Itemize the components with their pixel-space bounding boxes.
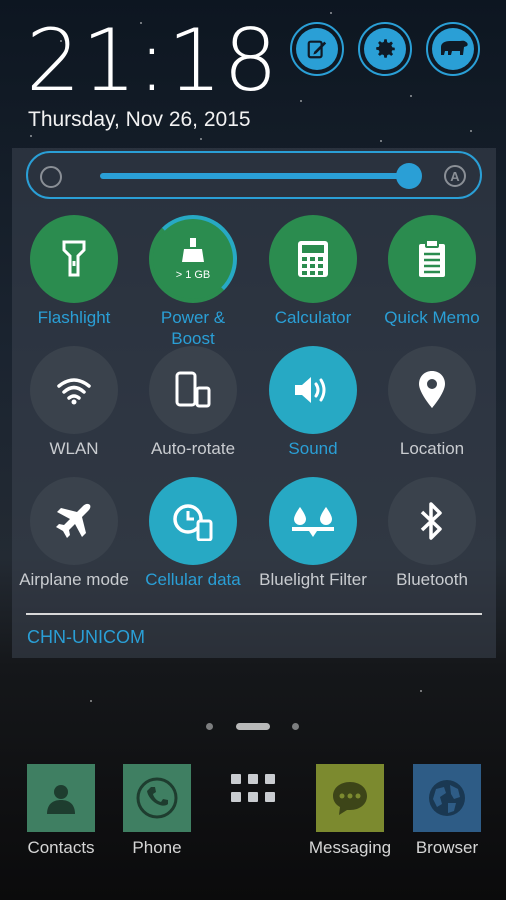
contacts-icon: [47, 785, 75, 814]
app-grid-icon: [231, 774, 275, 802]
location-label: Location: [399, 439, 465, 458]
power-memory-value: > 1 GB: [175, 269, 211, 281]
brightness-track[interactable]: [100, 173, 409, 179]
toggle-bluetooth[interactable]: Bluetooth: [372, 477, 492, 590]
phone-label: Phone: [132, 838, 182, 857]
bluetooth-icon: [420, 502, 442, 540]
browser-label: Browser: [415, 838, 479, 857]
cellular-data-icon: [173, 504, 213, 541]
brightness-low-icon: [40, 166, 62, 188]
power-boost-label: Power & Boost: [160, 308, 226, 348]
toggle-bluelight-filter[interactable]: Bluelight Filter: [253, 477, 373, 590]
brightness-slider[interactable]: A: [26, 151, 482, 199]
toggle-calculator[interactable]: Calculator: [253, 215, 373, 328]
edit-icon: [307, 40, 327, 59]
toggle-auto-rotate[interactable]: Auto-rotate: [133, 346, 253, 459]
dock-contacts[interactable]: Contacts: [16, 764, 106, 858]
cellular-data-label: Cellular data: [145, 570, 241, 589]
page-indicator: [0, 723, 506, 733]
sound-label: Sound: [288, 439, 338, 458]
message-bubble-icon: [333, 782, 367, 815]
memo-icon: [419, 239, 445, 277]
flashlight-icon: [62, 240, 86, 277]
toggle-flashlight[interactable]: Flashlight: [14, 215, 134, 328]
brightness-thumb[interactable]: [396, 163, 422, 189]
airplane-icon: [56, 503, 91, 538]
broom-icon: [181, 238, 204, 262]
calculator-label: Calculator: [274, 308, 352, 327]
bluelight-filter-label: Bluelight Filter: [259, 570, 367, 589]
toggle-cellular-data[interactable]: Cellular data: [133, 477, 253, 590]
toggle-sound[interactable]: Sound: [253, 346, 373, 459]
panel-divider: [26, 613, 482, 615]
auto-brightness-icon[interactable]: A: [444, 165, 466, 187]
toggle-wlan[interactable]: WLAN: [14, 346, 134, 459]
app-drawer-button[interactable]: [208, 772, 298, 811]
toggle-power-boost[interactable]: > 1 GB Power & Boost: [133, 215, 253, 349]
bear-icon: [441, 40, 468, 55]
clock-date: Thursday, Nov 26, 2015: [28, 108, 251, 131]
quick-memo-label: Quick Memo: [384, 308, 480, 327]
wlan-label: WLAN: [49, 439, 99, 458]
carrier-name: CHN-UNICOM: [27, 627, 145, 647]
toggle-quick-memo[interactable]: Quick Memo: [372, 215, 492, 328]
theme-button[interactable]: [426, 22, 480, 76]
phone-icon: [136, 777, 178, 819]
dock-browser[interactable]: Browser: [402, 764, 492, 858]
location-pin-icon: [419, 371, 445, 408]
calculator-icon: [298, 241, 328, 277]
globe-icon: [429, 780, 465, 816]
contacts-label: Contacts: [27, 838, 95, 857]
auto-rotate-label: Auto-rotate: [150, 439, 236, 458]
dock-messaging[interactable]: Messaging: [305, 764, 395, 858]
rotate-phone-icon: [175, 371, 211, 408]
flashlight-label: Flashlight: [37, 308, 111, 327]
edit-button[interactable]: [290, 22, 344, 76]
bluetooth-label: Bluetooth: [396, 570, 468, 589]
toggle-airplane[interactable]: Airplane mode: [14, 477, 134, 590]
settings-button[interactable]: [358, 22, 412, 76]
wifi-icon: [57, 378, 91, 405]
messaging-label: Messaging: [308, 838, 392, 857]
speaker-icon: [295, 377, 326, 403]
clock-time: 21:18: [26, 11, 279, 111]
dock-phone[interactable]: Phone: [112, 764, 202, 858]
gear-icon: [376, 39, 395, 58]
bluelight-filter-icon: [292, 507, 334, 537]
airplane-label: Airplane mode: [19, 570, 129, 589]
toggle-location[interactable]: Location: [372, 346, 492, 459]
quick-settings-panel: A Flashlight > 1 GB Power & Boost Calcul…: [12, 148, 496, 658]
